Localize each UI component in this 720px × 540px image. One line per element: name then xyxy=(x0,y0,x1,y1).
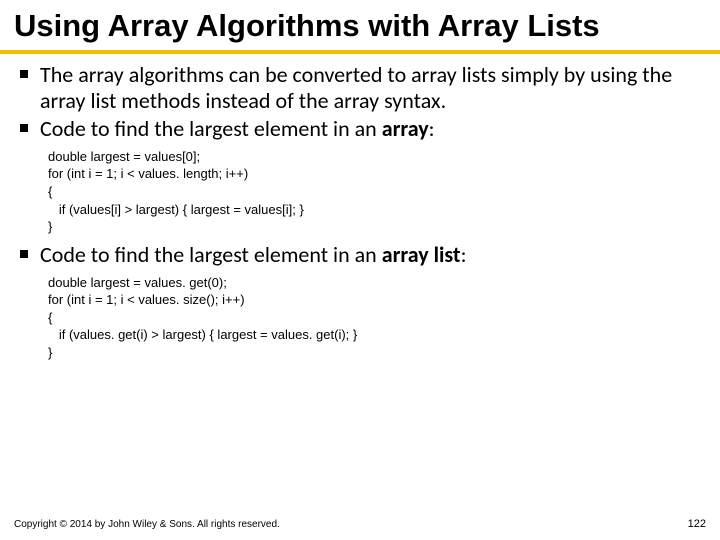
code-block-array: double largest = values[0]; for (int i =… xyxy=(14,144,706,242)
slide-title: Using Array Algorithms with Array Lists xyxy=(0,0,720,48)
copyright-text: Copyright © 2014 by John Wiley & Sons. A… xyxy=(14,519,280,530)
footer: Copyright © 2014 by John Wiley & Sons. A… xyxy=(0,518,720,530)
bullet-text-2-suffix: : xyxy=(429,115,435,142)
bullet-text-3-bold: array list xyxy=(382,241,461,268)
page-number: 122 xyxy=(688,518,706,530)
code-block-arraylist: double largest = values. get(0); for (in… xyxy=(14,270,706,368)
slide: Using Array Algorithms with Array Lists … xyxy=(0,0,720,540)
slide-content: The array algorithms can be converted to… xyxy=(0,62,720,367)
bullet-text-3-prefix: Code to find the largest element in an xyxy=(40,241,382,268)
bullet-item-1: The array algorithms can be converted to… xyxy=(14,62,706,114)
bullet-item-2: Code to find the largest element in an a… xyxy=(14,116,706,142)
bullet-text-1: The array algorithms can be converted to… xyxy=(40,61,672,114)
bullet-item-3: Code to find the largest element in an a… xyxy=(14,242,706,268)
bullet-list-2: Code to find the largest element in an a… xyxy=(14,242,706,268)
bullet-text-2-prefix: Code to find the largest element in an xyxy=(40,115,382,142)
bullet-list: The array algorithms can be converted to… xyxy=(14,62,706,142)
title-underline xyxy=(0,50,720,54)
bullet-text-2-bold: array xyxy=(382,115,429,142)
bullet-text-3-suffix: : xyxy=(461,241,467,268)
